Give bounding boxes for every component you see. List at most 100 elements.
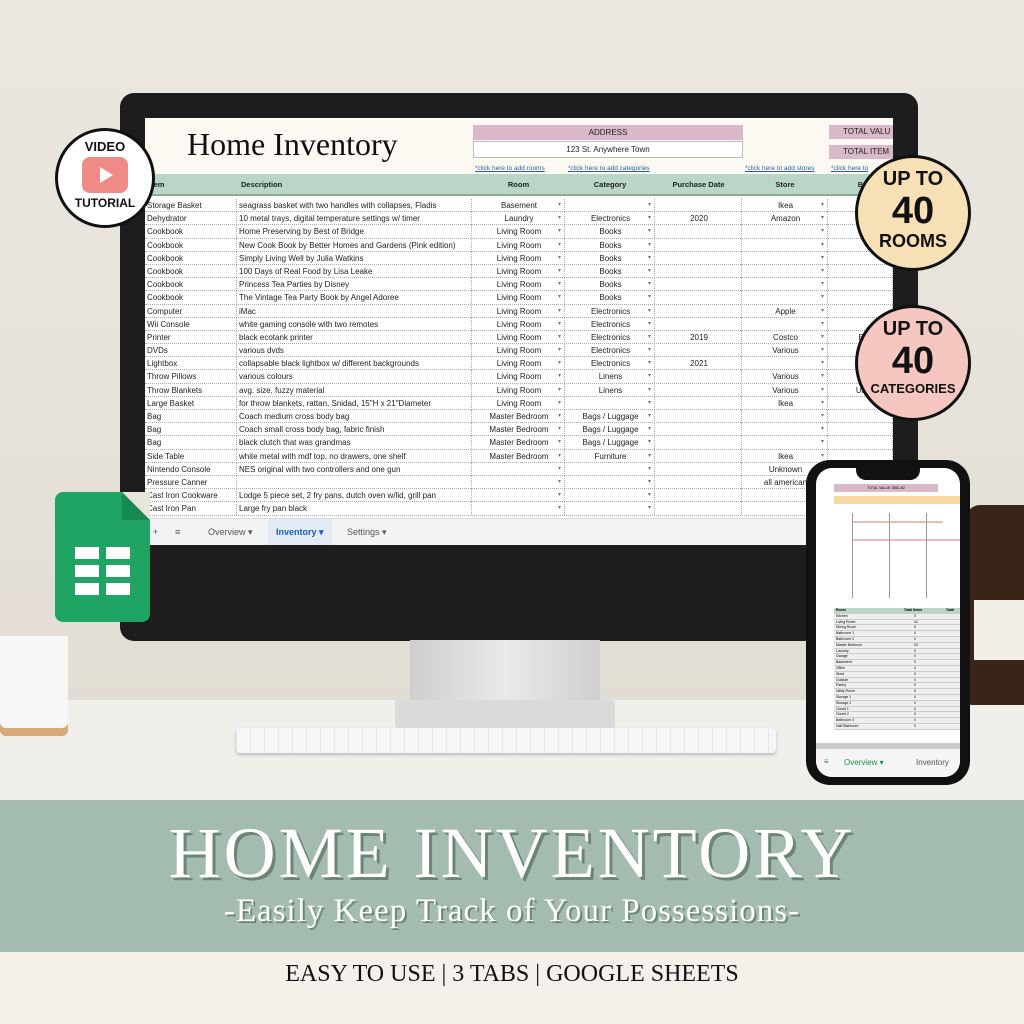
cell-category[interactable]: Books ▾ — [565, 264, 655, 278]
cell-store[interactable]: Costco ▾ — [742, 330, 828, 344]
dropdown-arrow-icon[interactable]: ▾ — [821, 357, 824, 370]
dropdown-arrow-icon[interactable]: ▾ — [821, 265, 824, 278]
cell-store[interactable]: ▾ — [742, 251, 828, 265]
cell-purchase-date[interactable] — [655, 502, 742, 516]
cell-description[interactable]: white gaming console with two remotes — [237, 317, 472, 331]
cell-purchase-date[interactable] — [655, 449, 742, 463]
dropdown-arrow-icon[interactable]: ▾ — [821, 291, 824, 304]
cell-purchase-date[interactable] — [655, 251, 742, 265]
cell-room[interactable]: Living Room ▾ — [472, 317, 565, 331]
dropdown-arrow-icon[interactable]: ▾ — [648, 331, 651, 344]
dropdown-arrow-icon[interactable]: ▾ — [821, 318, 824, 331]
cell-description[interactable]: various dvds — [237, 344, 472, 358]
cell-b[interactable] — [828, 423, 893, 437]
cell-item[interactable]: Bag — [145, 423, 237, 437]
cell-category[interactable]: Electronics ▾ — [565, 344, 655, 358]
cell-purchase-date[interactable] — [655, 344, 742, 358]
cell-category[interactable]: Electronics ▾ — [565, 304, 655, 318]
cell-category[interactable]: ▾ — [565, 502, 655, 516]
cell-purchase-date[interactable]: 2019 — [655, 330, 742, 344]
cell-description[interactable]: seagrass basket with two handles with co… — [237, 199, 472, 212]
cell-b[interactable] — [828, 264, 893, 278]
cell-item[interactable]: Lightbox — [145, 357, 237, 371]
cell-description[interactable]: avg. size, fuzzy material — [237, 383, 472, 397]
dropdown-arrow-icon[interactable]: ▾ — [648, 410, 651, 423]
cell-category[interactable]: ▾ — [565, 489, 655, 503]
cell-store[interactable]: ▾ — [742, 278, 828, 292]
dropdown-arrow-icon[interactable]: ▾ — [558, 502, 561, 515]
dropdown-arrow-icon[interactable]: ▾ — [558, 265, 561, 278]
cell-room[interactable]: Living Room ▾ — [472, 330, 565, 344]
dropdown-arrow-icon[interactable]: ▾ — [648, 305, 651, 318]
cell-description[interactable]: The Vintage Tea Party Book by Angel Ador… — [237, 291, 472, 305]
dropdown-arrow-icon[interactable]: ▾ — [558, 489, 561, 502]
cell-store[interactable]: ▾ — [742, 423, 828, 437]
cell-item[interactable]: Printer — [145, 330, 237, 344]
tab-settings[interactable]: Settings ▾ — [339, 519, 395, 545]
dropdown-arrow-icon[interactable]: ▾ — [648, 278, 651, 291]
cell-room[interactable]: Living Room ▾ — [472, 383, 565, 397]
cell-item[interactable]: Storage Basket — [145, 199, 237, 212]
cell-store[interactable]: ▾ — [742, 264, 828, 278]
cell-category[interactable]: Books ▾ — [565, 291, 655, 305]
dropdown-arrow-icon[interactable]: ▾ — [558, 212, 561, 225]
cell-description[interactable]: NES original with two controllers and on… — [237, 462, 472, 476]
dropdown-arrow-icon[interactable]: ▾ — [821, 239, 824, 252]
cell-item[interactable]: Bag — [145, 410, 237, 423]
cell-purchase-date[interactable] — [655, 291, 742, 305]
cell-item[interactable]: Wii Console — [145, 317, 237, 331]
cell-category[interactable]: ▾ — [565, 199, 655, 212]
dropdown-arrow-icon[interactable]: ▾ — [648, 225, 651, 238]
cell-room[interactable]: ▾ — [472, 462, 565, 476]
cell-item[interactable]: Cookbook — [145, 251, 237, 265]
phone-menu-icon[interactable]: ≡ — [824, 757, 829, 766]
cell-store[interactable]: Apple ▾ — [742, 304, 828, 318]
cell-purchase-date[interactable] — [655, 423, 742, 437]
cell-store[interactable]: ▾ — [742, 317, 828, 331]
cell-category[interactable]: ▾ — [565, 475, 655, 489]
cell-b[interactable] — [828, 436, 893, 450]
cell-description[interactable]: various colours — [237, 370, 472, 384]
dropdown-arrow-icon[interactable]: ▾ — [558, 397, 561, 410]
dropdown-arrow-icon[interactable]: ▾ — [558, 225, 561, 238]
dropdown-arrow-icon[interactable]: ▾ — [558, 278, 561, 291]
dropdown-arrow-icon[interactable]: ▾ — [821, 423, 824, 436]
cell-purchase-date[interactable] — [655, 304, 742, 318]
cell-store[interactable]: ▾ — [742, 436, 828, 450]
cell-store[interactable]: ▾ — [742, 357, 828, 371]
cell-category[interactable]: Furniture ▾ — [565, 449, 655, 463]
dropdown-arrow-icon[interactable]: ▾ — [648, 252, 651, 265]
cell-purchase-date[interactable] — [655, 264, 742, 278]
cell-room[interactable]: ▾ — [472, 502, 565, 516]
cell-description[interactable]: Coach small cross body bag, fabric finis… — [237, 423, 472, 437]
cell-item[interactable]: Large Basket — [145, 396, 237, 410]
cell-purchase-date[interactable] — [655, 410, 742, 423]
cell-item[interactable]: Nintendo Console — [145, 462, 237, 476]
cell-purchase-date[interactable] — [655, 489, 742, 503]
cell-purchase-date[interactable]: 2020 — [655, 212, 742, 226]
dropdown-arrow-icon[interactable]: ▾ — [821, 344, 824, 357]
cell-purchase-date[interactable]: 2021 — [655, 357, 742, 371]
cell-item[interactable]: Dehydrator — [145, 212, 237, 226]
cell-store[interactable]: Various ▾ — [742, 370, 828, 384]
dropdown-arrow-icon[interactable]: ▾ — [558, 291, 561, 304]
phone-tab-inventory[interactable]: Inventory — [916, 758, 949, 767]
cell-room[interactable]: Basement ▾ — [472, 199, 565, 212]
cell-category[interactable]: Books ▾ — [565, 278, 655, 292]
cell-store[interactable]: Various ▾ — [742, 383, 828, 397]
cell-purchase-date[interactable] — [655, 383, 742, 397]
cell-description[interactable]: Large fry pan black — [237, 502, 472, 516]
cell-description[interactable]: Lodge 5 piece set, 2 fry pans, dutch ove… — [237, 489, 472, 503]
cell-category[interactable]: Electronics ▾ — [565, 212, 655, 226]
cell-description[interactable]: Princess Tea Parties by Disney — [237, 278, 472, 292]
cell-category[interactable]: Books ▾ — [565, 251, 655, 265]
dropdown-arrow-icon[interactable]: ▾ — [821, 278, 824, 291]
dropdown-arrow-icon[interactable]: ▾ — [648, 384, 651, 397]
cell-item[interactable]: DVDs — [145, 344, 237, 358]
dropdown-arrow-icon[interactable]: ▾ — [821, 212, 824, 225]
cell-description[interactable]: New Cook Book by Better Homes and Garden… — [237, 238, 472, 252]
dropdown-arrow-icon[interactable]: ▾ — [558, 450, 561, 463]
dropdown-arrow-icon[interactable]: ▾ — [558, 436, 561, 449]
cell-room[interactable]: Master Bedroom ▾ — [472, 423, 565, 437]
column-header-room[interactable]: Room — [472, 174, 565, 196]
